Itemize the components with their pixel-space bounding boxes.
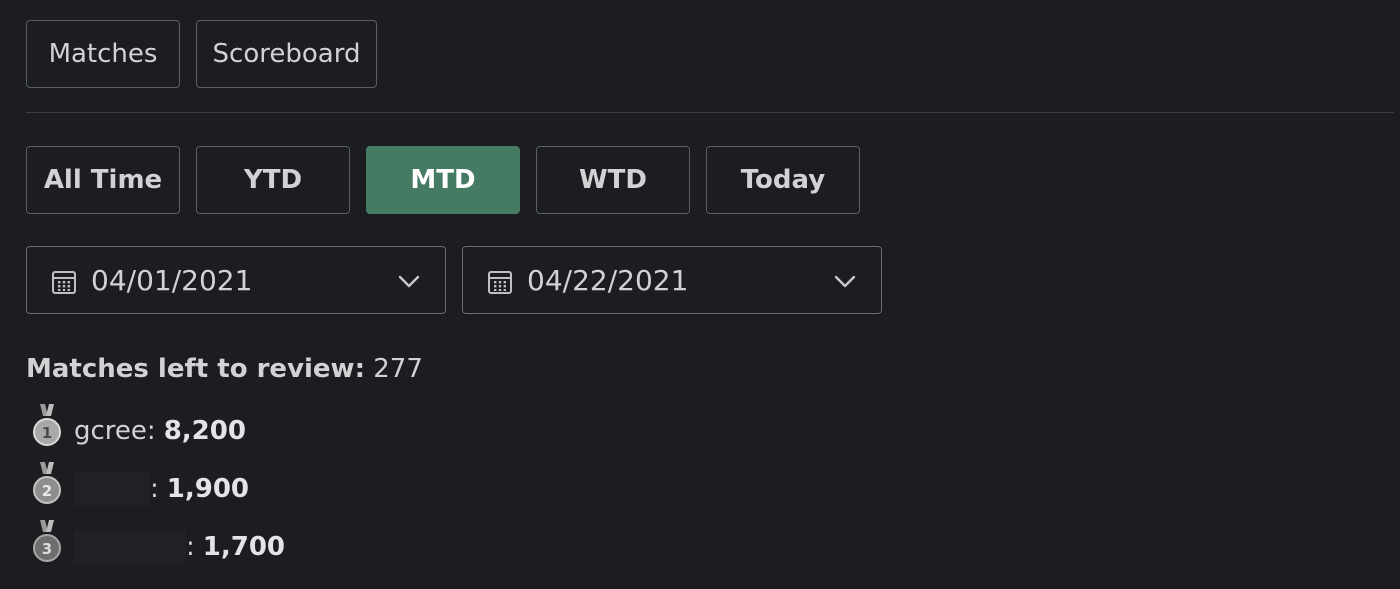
leaderboard-row: 3 : 1,700 <box>30 518 285 564</box>
matches-left-label: Matches left to review: <box>26 354 365 384</box>
medal-2-icon: 2 <box>33 462 61 504</box>
redacted-player-name <box>74 472 150 506</box>
chevron-down-icon <box>834 275 856 288</box>
range-wtd-button[interactable]: WTD <box>536 146 690 214</box>
chevron-down-icon <box>398 275 420 288</box>
scoreboard-tab[interactable]: Scoreboard <box>196 20 377 88</box>
calendar-icon <box>52 271 76 294</box>
range-ytd-button[interactable]: YTD <box>196 146 350 214</box>
range-mtd-button[interactable]: MTD <box>366 146 520 214</box>
player-name: gcree <box>74 416 147 446</box>
end-date-value: 04/22/2021 <box>527 264 689 297</box>
matches-left-summary: Matches left to review: 277 <box>26 352 423 386</box>
redacted-player-name <box>74 530 186 564</box>
start-date-value: 04/01/2021 <box>91 264 253 297</box>
leaderboard-row: 1 gcree: 8,200 <box>30 402 246 448</box>
start-date-picker[interactable]: 04/01/2021 <box>26 246 446 314</box>
player-score: 1,700 <box>202 532 286 562</box>
svg-text:1: 1 <box>42 424 52 442</box>
end-date-picker[interactable]: 04/22/2021 <box>462 246 882 314</box>
svg-text:2: 2 <box>42 482 52 500</box>
player-score: 8,200 <box>163 416 246 446</box>
calendar-icon <box>488 271 512 294</box>
leaderboard-row: 2 : 1,900 <box>30 460 249 506</box>
medal-3-icon: 3 <box>33 520 61 562</box>
matches-left-count: 277 <box>373 354 423 384</box>
player-score: 1,900 <box>166 474 250 504</box>
range-all-time-button[interactable]: All Time <box>26 146 180 214</box>
matches-tab[interactable]: Matches <box>26 20 180 88</box>
svg-text:3: 3 <box>42 540 52 558</box>
medal-1-icon: 1 <box>33 404 61 446</box>
divider <box>26 112 1394 113</box>
range-today-button[interactable]: Today <box>706 146 860 214</box>
